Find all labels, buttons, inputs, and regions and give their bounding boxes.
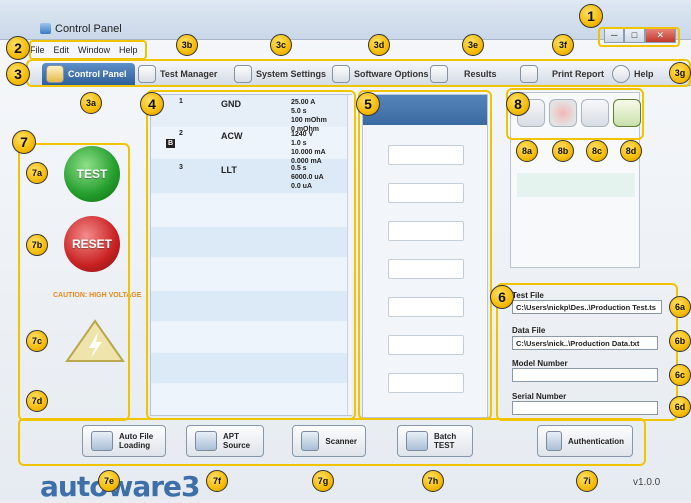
callout-badge: 2	[6, 36, 30, 60]
callout-badge: 3d	[368, 34, 390, 56]
annotation-outline	[146, 90, 356, 420]
callout-badge: 7f	[206, 470, 228, 492]
callout-badge: 7a	[26, 162, 48, 184]
annotation-outline	[18, 418, 646, 466]
callout-badge: 6b	[669, 330, 691, 352]
callout-badge: 7c	[26, 330, 48, 352]
window-title: Control Panel	[55, 23, 122, 35]
annotation-outline	[358, 90, 492, 420]
callout-badge: 8a	[516, 140, 538, 162]
callout-badge: 8b	[552, 140, 574, 162]
callout-badge: 7e	[98, 470, 120, 492]
callout-badge: 6d	[669, 396, 691, 418]
annotation-outline	[26, 59, 691, 87]
callout-badge: 3c	[270, 34, 292, 56]
callout-badge: 7	[12, 130, 36, 154]
callout-badge: 4	[140, 92, 164, 116]
callout-badge: 3	[6, 62, 30, 86]
callout-badge: 8c	[586, 140, 608, 162]
annotation-outline	[598, 27, 680, 47]
instrument-row	[517, 173, 635, 197]
annotation-outline	[18, 143, 130, 421]
callout-badge: 3b	[176, 34, 198, 56]
callout-badge: 6c	[669, 364, 691, 386]
callout-badge: 7b	[26, 234, 48, 256]
version-label: v1.0.0	[633, 477, 661, 488]
callout-badge: 3a	[80, 92, 102, 114]
callout-badge: 7i	[576, 470, 598, 492]
callout-badge: 8d	[620, 140, 642, 162]
annotation-outline	[496, 283, 678, 421]
callout-badge: 7g	[312, 470, 334, 492]
annotation-outline	[29, 40, 147, 60]
autoware-logo: autoware3	[40, 470, 200, 503]
callout-badge: 3g	[669, 62, 691, 84]
callout-badge: 3e	[462, 34, 484, 56]
callout-badge: 6	[490, 285, 514, 309]
callout-badge: 5	[356, 92, 380, 116]
callout-badge: 8	[506, 92, 530, 116]
app-icon	[40, 23, 51, 34]
callout-badge: 6a	[669, 296, 691, 318]
callout-badge: 7h	[422, 470, 444, 492]
callout-badge: 3f	[552, 34, 574, 56]
callout-badge: 7d	[26, 390, 48, 412]
callout-badge: 1	[579, 4, 603, 28]
